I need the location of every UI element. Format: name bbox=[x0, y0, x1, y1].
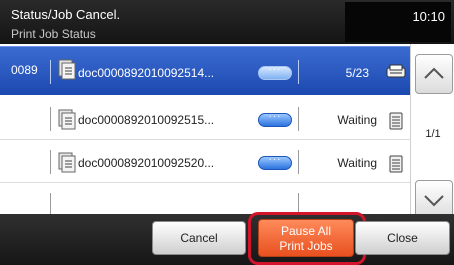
column-divider bbox=[298, 107, 299, 131]
job-row-1[interactable]: 0089 doc0000892010092514... 5/23 bbox=[0, 46, 410, 95]
scroll-panel: 1/1 bbox=[410, 44, 454, 224]
column-divider bbox=[50, 150, 51, 174]
job-detail-button[interactable] bbox=[258, 154, 292, 170]
clock-panel: 10:10 bbox=[345, 2, 451, 42]
pause-label-line2: Print Jobs bbox=[279, 239, 333, 253]
document-name: doc0000892010092515... bbox=[78, 113, 215, 127]
page-indicator: 1/1 bbox=[425, 128, 441, 140]
job-status: Waiting bbox=[337, 156, 377, 170]
pause-label-line1: Pause All bbox=[280, 224, 332, 238]
document-name: doc0000892010092520... bbox=[78, 156, 215, 170]
screen-subtitle: Print Job Status bbox=[11, 27, 96, 41]
column-divider bbox=[50, 60, 51, 84]
job-detail-button[interactable] bbox=[258, 64, 292, 80]
document-stack-icon bbox=[58, 59, 76, 80]
screen-title: Status/Job Cancel. bbox=[11, 7, 121, 22]
document-name: doc0000892010092514... bbox=[78, 66, 215, 80]
scroll-up-button[interactable] bbox=[415, 54, 453, 94]
column-divider bbox=[298, 150, 299, 174]
job-detail-button[interactable] bbox=[258, 111, 292, 127]
job-status: 5/23 bbox=[345, 66, 369, 80]
job-list: 0089 doc0000892010092514... 5/23 doc0000 bbox=[0, 44, 410, 224]
job-status: Waiting bbox=[337, 113, 377, 127]
clock: 10:10 bbox=[412, 9, 445, 24]
waiting-job-icon bbox=[389, 155, 403, 173]
close-button[interactable]: Close bbox=[355, 221, 450, 255]
document-stack-icon bbox=[58, 109, 76, 130]
document-stack-icon bbox=[58, 152, 76, 173]
header-bar: Status/Job Cancel. Print Job Status 10:1… bbox=[0, 0, 454, 44]
cancel-button[interactable]: Cancel bbox=[152, 221, 246, 255]
job-row-3[interactable]: doc0000892010092520... Waiting bbox=[0, 140, 410, 183]
pause-all-print-jobs-button[interactable]: Pause All Print Jobs bbox=[258, 219, 354, 257]
waiting-job-icon bbox=[389, 112, 403, 130]
footer-bar: Cancel Pause All Print Jobs Close bbox=[0, 212, 454, 265]
job-number: 0089 bbox=[11, 63, 38, 77]
chevron-up-icon bbox=[424, 67, 444, 79]
job-row-2[interactable]: doc0000892010092515... Waiting bbox=[0, 97, 410, 140]
column-divider bbox=[298, 60, 299, 84]
printer-output-icon bbox=[386, 64, 406, 78]
column-divider bbox=[50, 107, 51, 131]
